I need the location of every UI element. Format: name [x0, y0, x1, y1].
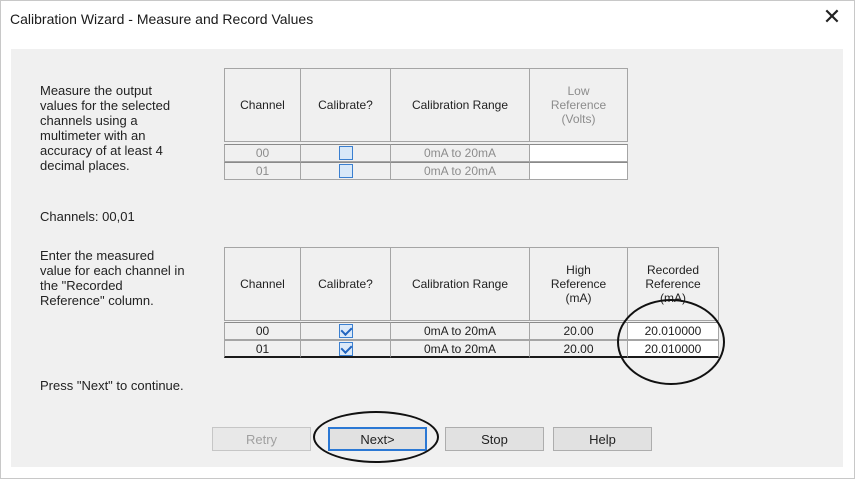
help-button[interactable]: Help	[553, 427, 652, 451]
close-icon[interactable]: ✕	[818, 5, 846, 29]
column-header-low-reference: Low Reference (Volts)	[529, 68, 628, 142]
recorded-reference-input[interactable]: 20.010000	[627, 322, 719, 340]
measure-instructions: Measure the output values for the select…	[40, 83, 170, 173]
instruction-line: decimal places.	[40, 158, 130, 173]
low-reference-input[interactable]	[529, 144, 628, 162]
calibrate-cell	[300, 340, 391, 358]
column-header-calibration-range: Calibration Range	[390, 247, 530, 321]
column-header-calibrate: Calibrate?	[300, 247, 391, 321]
channel-cell: 00	[224, 322, 301, 340]
range-cell: 0mA to 20mA	[390, 340, 530, 358]
channel-cell: 01	[224, 340, 301, 358]
calibrate-cell	[300, 162, 391, 180]
instruction-line: channels using a	[40, 113, 138, 128]
low-table-header: Channel Calibrate? Calibration Range Low…	[224, 68, 628, 142]
calibrate-cell	[300, 144, 391, 162]
table-row: 01 0mA to 20mA	[224, 162, 628, 180]
column-header-recorded-reference: Recorded Reference (mA)	[627, 247, 719, 321]
calibrate-checkbox-checked[interactable]	[338, 341, 353, 356]
instruction-line: values for the selected	[40, 98, 171, 113]
channel-cell: 01	[224, 162, 301, 180]
recorded-reference-input[interactable]: 20.010000	[627, 340, 719, 358]
channels-label: Channels: 00,01	[40, 209, 135, 224]
instruction-line: the "Recorded	[40, 278, 123, 293]
retry-button[interactable]: Retry	[212, 427, 311, 451]
calibration-wizard-dialog: Calibration Wizard - Measure and Record …	[0, 0, 855, 479]
instruction-line: multimeter with an	[40, 128, 146, 143]
calibrate-checkbox[interactable]	[338, 146, 353, 160]
stop-button[interactable]: Stop	[445, 427, 544, 451]
instruction-line: Enter the measured	[40, 248, 155, 263]
range-cell: 0mA to 20mA	[390, 322, 530, 340]
instruction-line: accuracy of at least 4	[40, 143, 163, 158]
column-header-calibrate: Calibrate?	[300, 68, 391, 142]
column-header-calibration-range: Calibration Range	[390, 68, 530, 142]
next-button[interactable]: Next>	[328, 427, 427, 451]
high-reference-cell: 20.00	[529, 340, 628, 358]
high-reference-cell: 20.00	[529, 322, 628, 340]
table-row: 01 0mA to 20mA 20.00 20.010000	[224, 340, 719, 358]
window-title: Calibration Wizard - Measure and Record …	[10, 11, 314, 27]
enter-instructions: Enter the measured value for each channe…	[40, 248, 185, 308]
instruction-line: Measure the output	[40, 83, 153, 98]
range-cell: 0mA to 20mA	[390, 162, 530, 180]
high-table-header: Channel Calibrate? Calibration Range Hig…	[224, 247, 719, 321]
column-header-channel: Channel	[224, 68, 301, 142]
range-cell: 0mA to 20mA	[390, 144, 530, 162]
column-header-channel: Channel	[224, 247, 301, 321]
dialog-client-area: Measure the output values for the select…	[11, 49, 843, 467]
table-row: 00 0mA to 20mA 20.00 20.010000	[224, 322, 719, 340]
instruction-line: value for each channel in	[40, 263, 185, 278]
calibrate-checkbox[interactable]	[338, 164, 353, 178]
calibrate-cell	[300, 322, 391, 340]
calibrate-checkbox-checked[interactable]	[338, 324, 353, 338]
instruction-line: Reference" column.	[40, 293, 154, 308]
press-next-label: Press "Next" to continue.	[40, 378, 184, 393]
column-header-high-reference: High Reference (mA)	[529, 247, 628, 321]
table-row: 00 0mA to 20mA	[224, 144, 628, 162]
low-reference-input[interactable]	[529, 162, 628, 180]
channel-cell: 00	[224, 144, 301, 162]
